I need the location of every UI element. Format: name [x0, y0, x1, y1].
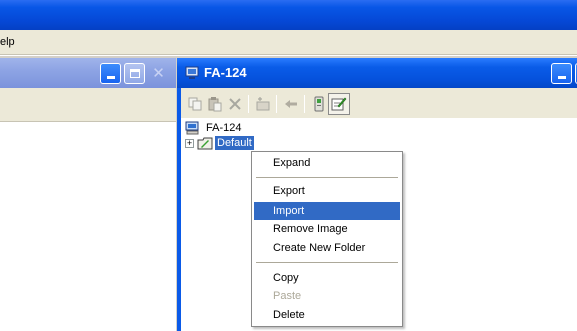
right-window-titlebar[interactable]: FA-124	[177, 58, 577, 88]
menu-item-delete[interactable]: Delete	[254, 306, 400, 324]
toolbar-separator	[304, 95, 305, 113]
menu-item-expand[interactable]: Expand	[254, 154, 400, 172]
menu-help[interactable]: elp	[0, 36, 15, 48]
menubar: elp	[0, 30, 577, 55]
tree-node-root[interactable]: FA-124	[185, 120, 243, 136]
image-folder-icon	[197, 137, 213, 150]
menu-item-export[interactable]: Export	[254, 182, 400, 200]
toolbar-separator	[276, 95, 277, 113]
left-window-toolbar	[0, 88, 176, 122]
paste-icon[interactable]	[207, 96, 223, 112]
close-icon: ✕	[152, 65, 165, 82]
back-arrow-icon[interactable]	[283, 96, 299, 112]
properties-button[interactable]	[328, 93, 350, 115]
right-window-toolbar	[181, 88, 577, 118]
app-titlebar[interactable]	[0, 0, 577, 30]
minimize-icon	[106, 76, 115, 79]
right-minimize-button[interactable]	[551, 63, 572, 84]
expand-toggle-icon[interactable]: +	[185, 138, 194, 148]
properties-icon	[331, 97, 347, 111]
window-title: FA-124	[204, 65, 247, 80]
menu-item-copy[interactable]: Copy	[254, 269, 400, 287]
device-icon[interactable]	[311, 96, 327, 112]
computer-icon	[185, 121, 199, 135]
toolbar-separator	[248, 95, 249, 113]
copy-icon[interactable]	[187, 96, 203, 112]
maximize-icon	[129, 69, 140, 78]
left-window-titlebar[interactable]: ✕	[0, 58, 176, 88]
minimize-icon	[557, 76, 566, 79]
tree-label-root: FA-124	[206, 122, 242, 134]
left-minimize-button[interactable]	[100, 63, 121, 84]
menu-item-create-new-folder[interactable]: Create New Folder	[254, 239, 400, 257]
context-menu: Expand Export Import Remove Image Create…	[251, 151, 403, 327]
delete-x-icon[interactable]	[227, 96, 243, 112]
menu-item-paste[interactable]: Paste	[254, 287, 400, 305]
left-maximize-button[interactable]	[124, 63, 145, 84]
new-folder-icon[interactable]	[255, 96, 271, 112]
left-child-window: ✕	[0, 58, 176, 331]
left-close-button[interactable]: ✕	[148, 63, 169, 84]
menu-item-import[interactable]: Import	[254, 202, 400, 220]
menu-item-remove-image[interactable]: Remove Image	[254, 220, 400, 238]
tree-label-default[interactable]: Default	[215, 136, 254, 150]
menu-separator	[256, 177, 398, 178]
tree-node-default[interactable]: + Default	[185, 135, 254, 151]
computer-icon	[185, 66, 199, 79]
menu-separator	[256, 262, 398, 263]
